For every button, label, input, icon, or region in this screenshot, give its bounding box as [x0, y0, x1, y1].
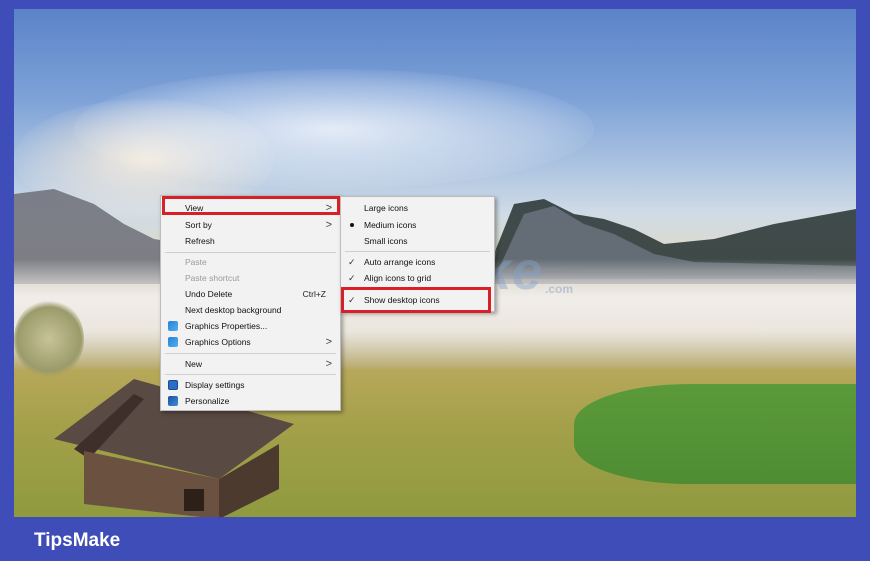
submenu-item-align-icons-to-grid[interactable]: ✓ Align icons to grid [341, 270, 494, 286]
checkmark-icon: ✓ [348, 273, 356, 283]
menu-item-label: Graphics Properties... [185, 321, 268, 331]
green-field [574, 384, 856, 484]
menu-item-label: Paste [185, 257, 207, 267]
display-icon [168, 380, 178, 390]
menu-item-next-desktop-background[interactable]: Next desktop background [161, 302, 340, 318]
menu-item-paste[interactable]: Paste [161, 254, 340, 270]
submenu-item-label: Large icons [364, 203, 408, 213]
menu-item-label: Display settings [185, 380, 245, 390]
screenshot-frame: TipsMake .com View > Sort by > Refresh P… [0, 0, 870, 561]
menu-item-label: Sort by [185, 220, 212, 230]
menu-item-display-settings[interactable]: Display settings [161, 377, 340, 393]
menu-item-shortcut: Ctrl+Z [302, 289, 326, 299]
menu-separator [165, 374, 336, 375]
menu-separator [165, 353, 336, 354]
menu-item-label: Graphics Options [185, 337, 251, 347]
submenu-item-label: Medium icons [364, 220, 417, 230]
cloud-streaks [74, 69, 594, 189]
graphics-icon [168, 321, 178, 331]
menu-item-label: New [185, 359, 203, 369]
menu-item-refresh[interactable]: Refresh [161, 233, 340, 249]
highlight-box-show-desktop-icons [341, 287, 491, 313]
chevron-right-icon: > [325, 336, 332, 348]
submenu-item-label: Auto arrange icons [364, 257, 436, 267]
watermark-suffix: .com [545, 282, 574, 296]
menu-item-graphics-properties[interactable]: Graphics Properties... [161, 318, 340, 334]
menu-item-label: Undo Delete [185, 289, 233, 299]
menu-item-graphics-options[interactable]: Graphics Options > [161, 334, 340, 350]
personalize-icon [168, 396, 178, 406]
menu-item-paste-shortcut[interactable]: Paste shortcut [161, 270, 340, 286]
chevron-right-icon: > [325, 358, 332, 370]
menu-separator [345, 251, 490, 252]
menu-item-new[interactable]: New > [161, 356, 340, 372]
checkmark-icon: ✓ [348, 257, 356, 267]
submenu-item-small-icons[interactable]: Small icons [341, 233, 494, 249]
highlight-box-view [162, 196, 340, 215]
menu-item-label: Next desktop background [185, 305, 282, 315]
menu-item-undo-delete[interactable]: Undo Delete Ctrl+Z [161, 286, 340, 302]
desktop-context-menu: View > Sort by > Refresh Paste Paste sho… [160, 195, 341, 411]
submenu-item-large-icons[interactable]: Large icons [341, 200, 494, 216]
submenu-item-medium-icons[interactable]: Medium icons [341, 217, 494, 233]
chevron-right-icon: > [325, 219, 332, 231]
menu-item-label: Personalize [185, 396, 230, 406]
menu-item-label: Refresh [185, 236, 215, 246]
submenu-item-auto-arrange-icons[interactable]: ✓ Auto arrange icons [341, 254, 494, 270]
menu-item-sort-by[interactable]: Sort by > [161, 217, 340, 233]
menu-item-label: Paste shortcut [185, 273, 240, 283]
submenu-item-label: Align icons to grid [364, 273, 432, 283]
radio-bullet-icon [350, 223, 354, 227]
footer-brand: TipsMake [34, 530, 121, 551]
menu-item-personalize[interactable]: Personalize [161, 393, 340, 409]
menu-separator [165, 252, 336, 253]
submenu-item-label: Small icons [364, 236, 408, 246]
tree [14, 299, 84, 379]
graphics-icon [168, 337, 178, 347]
